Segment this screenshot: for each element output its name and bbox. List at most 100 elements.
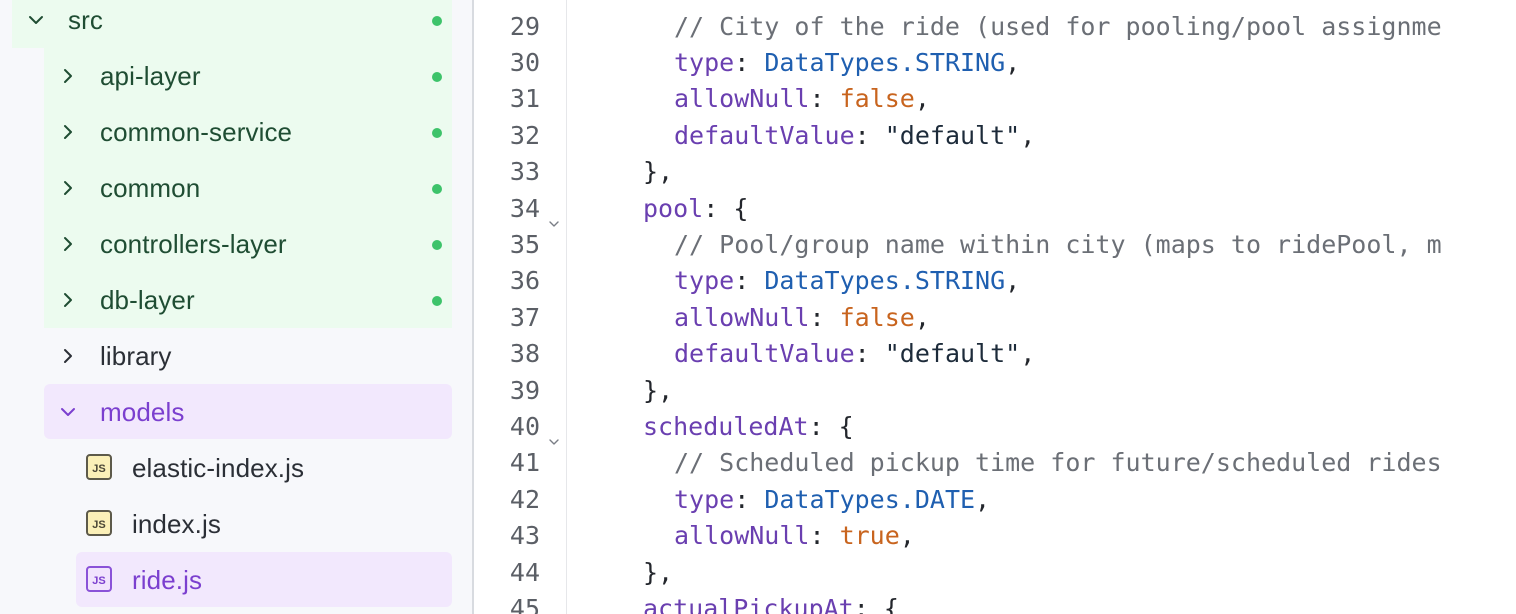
code-token-punc: , — [1005, 47, 1021, 77]
code-token-punc: , — [1020, 120, 1036, 150]
code-token-str: "default" — [884, 339, 1021, 369]
code-token-punc: : — [854, 120, 885, 150]
code-token-comment: // Pool/group name within city (maps to … — [674, 229, 1442, 259]
code-token-prop: type — [674, 47, 735, 77]
folder-label: library — [100, 341, 172, 371]
code-token-prop: actualPickupAt — [643, 593, 854, 614]
code-token-type: DataTypes.STRING — [764, 47, 1006, 77]
code-token-prop: defaultValue — [674, 339, 855, 369]
code-token-prop: allowNull — [674, 84, 810, 114]
code-line: type: DataTypes.STRING, — [674, 45, 1020, 81]
folder-item-api-layer[interactable]: api-layer — [0, 48, 472, 104]
line-number: 36 — [509, 266, 540, 296]
chevron-right-icon[interactable] — [60, 292, 76, 308]
code-line: }, — [643, 555, 673, 591]
line-number: 37 — [509, 302, 540, 332]
code-line: allowNull: false, — [674, 300, 930, 336]
chevron-right-icon[interactable] — [60, 124, 76, 140]
code-line: // City of the ride (used for pooling/po… — [674, 9, 1442, 45]
chevron-down-icon[interactable] — [60, 404, 76, 420]
code-token-type: DataTypes.STRING — [764, 266, 1006, 296]
chevron-right-icon[interactable] — [60, 180, 76, 196]
folder-item-controllers-layer[interactable]: controllers-layer — [0, 216, 472, 272]
line-number: 38 — [509, 339, 540, 369]
code-token-punc: : { — [853, 593, 899, 614]
file-item-elastic-index-js[interactable]: JS elastic-index.js — [0, 440, 472, 496]
js-file-icon: JS — [86, 454, 112, 480]
file-explorer: src api-layer common-service common controll… — [0, 0, 472, 614]
js-file-icon: JS — [86, 566, 112, 592]
code-line: pool: { — [643, 191, 748, 227]
chevron-right-icon[interactable] — [60, 68, 76, 84]
code-editor[interactable]: 29 // City of the ride (used for pooling/… — [474, 0, 1464, 614]
code-line: // Pool/group name within city (maps to … — [674, 227, 1442, 263]
code-token-punc: }, — [643, 157, 674, 187]
fold-chevron-icon[interactable] — [548, 207, 560, 227]
folder-label: db-layer — [100, 285, 195, 315]
code-token-bool: false — [839, 84, 915, 114]
modified-indicator-dot — [432, 296, 442, 306]
folder-label: models — [100, 397, 185, 427]
folder-item-src[interactable]: src — [0, 0, 472, 48]
code-token-punc: , — [914, 302, 930, 332]
chevron-down-icon[interactable] — [28, 12, 44, 28]
line-number: 40 — [509, 411, 540, 441]
code-line: allowNull: false, — [674, 81, 930, 117]
code-token-punc: : — [734, 484, 765, 514]
file-item-ride-js[interactable]: JS ride.js — [0, 552, 472, 608]
code-token-prop: type — [674, 266, 735, 296]
editor-scroll-area — [1464, 0, 1516, 614]
line-number: 39 — [509, 375, 540, 405]
code-token-punc: , — [975, 484, 991, 514]
code-token-comment: // City of the ride (used for pooling/po… — [674, 11, 1442, 41]
code-token-punc: : — [809, 84, 840, 114]
code-line: defaultValue: "default", — [674, 336, 1035, 372]
code-line: scheduledAt: { — [643, 409, 854, 445]
file-label: ride.js — [132, 565, 203, 595]
code-token-punc: : — [854, 339, 885, 369]
folder-item-library[interactable]: library — [0, 328, 472, 384]
code-token-str: "default" — [884, 120, 1021, 150]
code-line: actualPickupAt: { — [643, 591, 899, 614]
file-item-index-js[interactable]: JS index.js — [0, 496, 472, 552]
code-line: }, — [643, 154, 673, 190]
line-number: 35 — [509, 229, 540, 259]
modified-indicator-dot — [432, 72, 442, 82]
modified-indicator-dot — [432, 184, 442, 194]
modified-indicator-dot — [432, 240, 442, 250]
code-token-punc: : — [809, 302, 840, 332]
folder-label: src — [68, 5, 103, 35]
line-number: 29 — [509, 11, 540, 41]
line-number: 41 — [509, 448, 540, 478]
code-token-punc: : — [809, 521, 840, 551]
js-file-icon: JS — [86, 510, 112, 536]
code-token-punc: , — [914, 84, 930, 114]
folder-label: common — [100, 173, 201, 203]
code-token-prop: defaultValue — [674, 120, 855, 150]
code-token-punc: }, — [643, 375, 674, 405]
folder-item-common-service[interactable]: common-service — [0, 104, 472, 160]
code-token-punc: : — [734, 47, 765, 77]
chevron-right-icon[interactable] — [60, 236, 76, 252]
line-number: 45 — [509, 593, 540, 614]
folder-item-db-layer[interactable]: db-layer — [0, 272, 472, 328]
code-line: defaultValue: "default", — [674, 118, 1035, 154]
line-number: 43 — [509, 521, 540, 551]
folder-item-common[interactable]: common — [0, 160, 472, 216]
fold-chevron-icon[interactable] — [548, 425, 560, 445]
code-token-prop: allowNull — [674, 521, 810, 551]
code-token-bool: true — [839, 521, 900, 551]
fold-chevron-icon[interactable] — [548, 607, 560, 614]
chevron-right-icon[interactable] — [60, 348, 76, 364]
code-token-prop: scheduledAt — [643, 411, 809, 441]
line-number: 44 — [509, 557, 540, 587]
code-token-punc: , — [899, 521, 915, 551]
code-line: }, — [643, 373, 673, 409]
file-label: index.js — [132, 509, 221, 539]
folder-label: common-service — [100, 117, 293, 147]
code-token-punc: : — [734, 266, 765, 296]
line-number: 31 — [509, 84, 540, 114]
file-label: elastic-index.js — [132, 453, 305, 483]
folder-label: api-layer — [100, 61, 201, 91]
folder-item-models[interactable]: models — [0, 384, 472, 440]
